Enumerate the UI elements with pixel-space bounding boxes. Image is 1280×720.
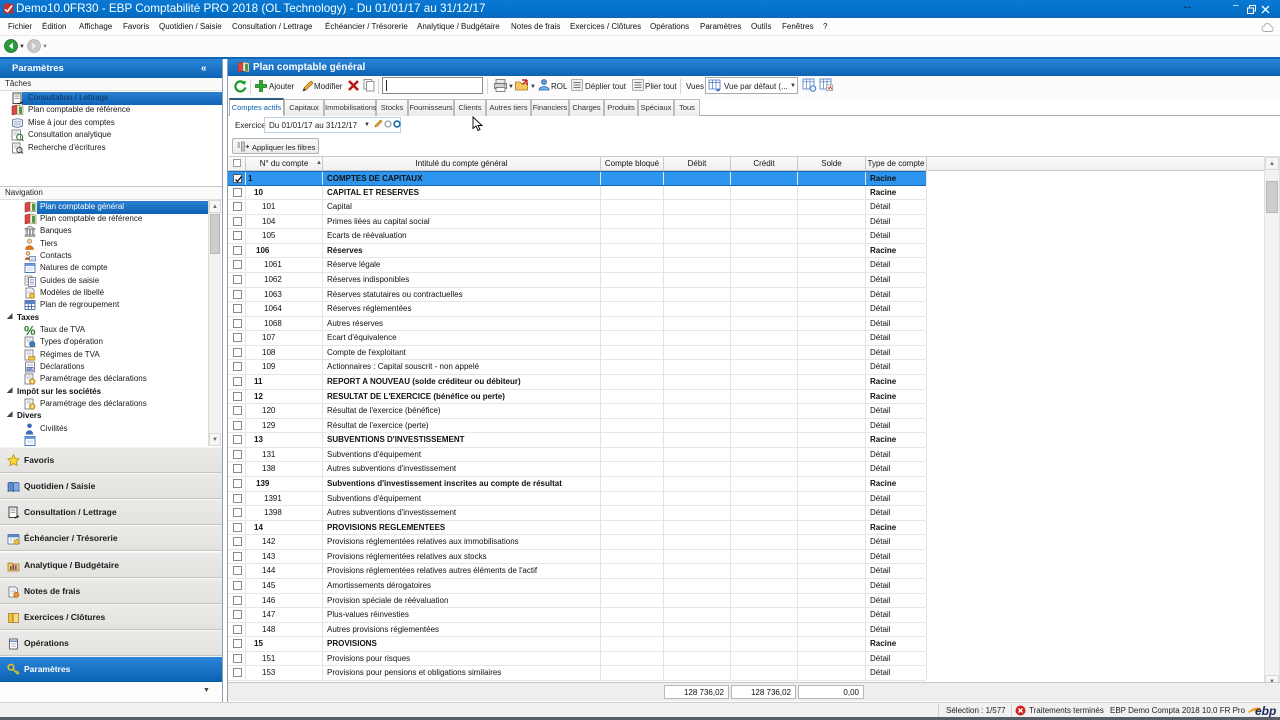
svg-text:%: %: [24, 324, 36, 336]
svg-text:ebp: ebp: [1255, 704, 1276, 718]
svg-text:TVA: TVA: [27, 367, 34, 371]
